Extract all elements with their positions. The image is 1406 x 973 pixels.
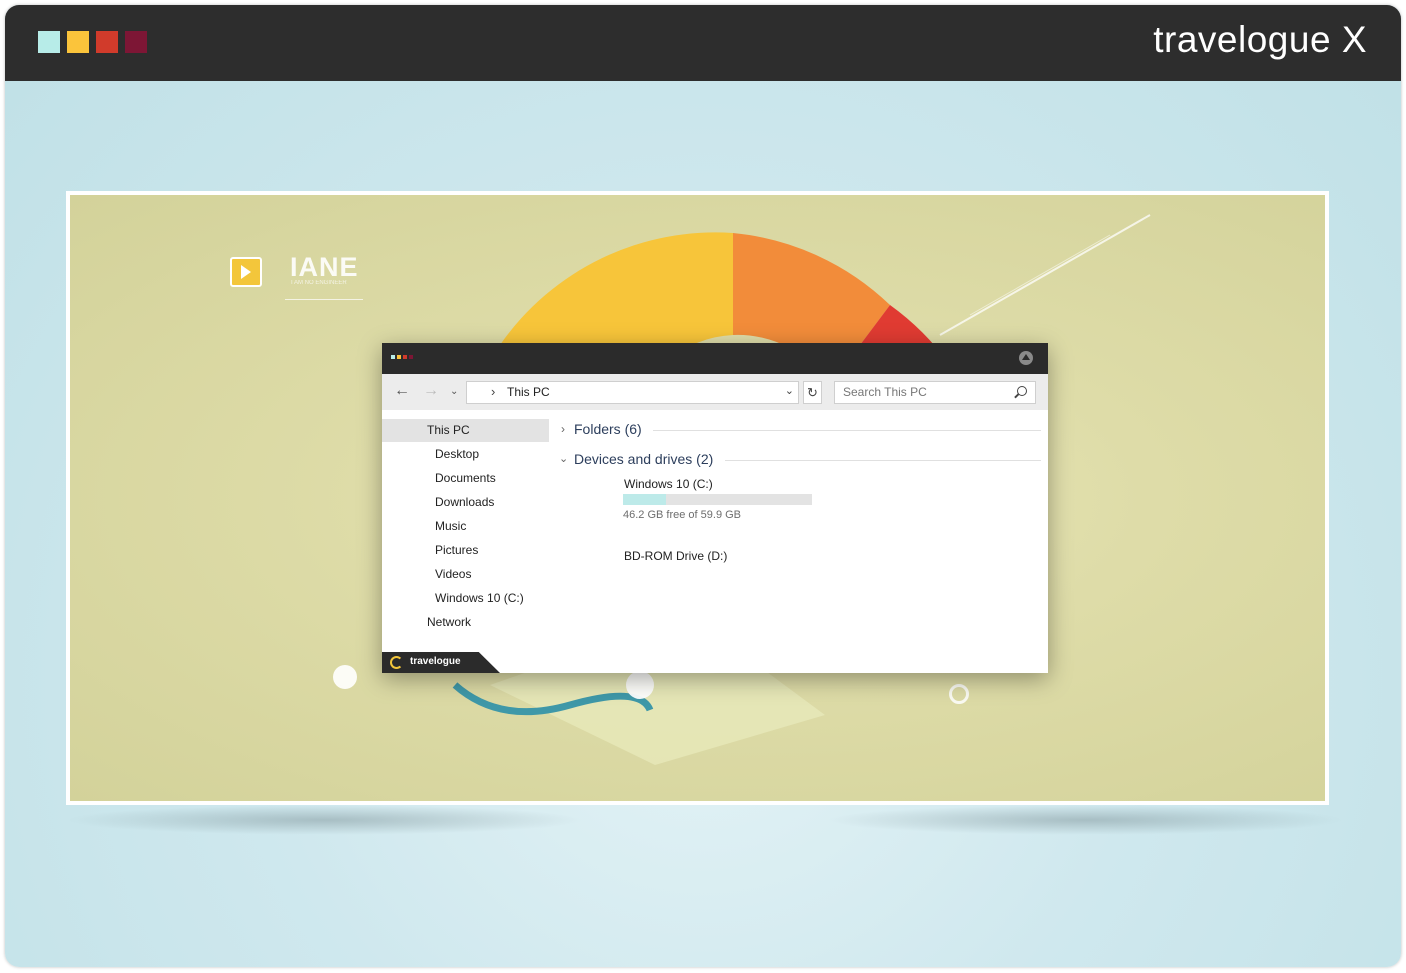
chevron-down-icon[interactable]: ⌄ — [559, 452, 568, 465]
address-text: This PC — [507, 385, 550, 399]
play-folder-icon — [230, 257, 262, 287]
brand-title: travelogue X — [1153, 19, 1367, 60]
top-bar: travelogue X — [5, 5, 1401, 81]
address-chevron: › — [491, 384, 496, 399]
wallpaper-shadow-right — [825, 805, 1345, 835]
play-icon — [241, 265, 251, 279]
sidebar-item-videos[interactable]: Videos — [435, 567, 471, 581]
search-input[interactable]: Search This PC — [834, 381, 1036, 404]
sidebar-item-pictures[interactable]: Pictures — [435, 543, 478, 557]
window-titlebar[interactable] — [382, 343, 1048, 374]
title-dot-maroon — [409, 355, 413, 359]
drive-c-usage-fill — [623, 494, 667, 505]
cloud-blob — [333, 665, 357, 689]
footer-brand-text: travelogue — [410, 656, 461, 667]
title-dot-mint — [391, 355, 395, 359]
sidebar-item-network[interactable]: Network — [427, 615, 471, 629]
flower-blob — [626, 671, 654, 699]
logo-underline — [285, 299, 363, 300]
navigation-pane: This PC Desktop Documents Downloads Musi… — [382, 410, 549, 673]
address-dropdown-icon[interactable]: ⌄ — [785, 384, 794, 397]
wallpaper-logo-subtext: I AM NO ENGINEER — [291, 280, 347, 286]
chevron-right-icon[interactable]: › — [561, 422, 565, 436]
drive-c-free-space: 46.2 GB free of 59.9 GB — [623, 509, 742, 521]
drive-c-name[interactable]: Windows 10 (C:) — [624, 477, 713, 491]
refresh-icon[interactable]: ↻ — [803, 381, 822, 404]
light-streak-2 — [969, 234, 1111, 316]
swatch-maroon — [125, 31, 147, 53]
sidebar-item-windows-c[interactable]: Windows 10 (C:) — [435, 591, 524, 605]
light-streak — [939, 214, 1151, 336]
devices-group-header[interactable]: Devices and drives (2) — [574, 451, 713, 467]
title-dot-yellow — [397, 355, 401, 359]
wallpaper-shadow-left — [65, 805, 585, 835]
sidebar-item-desktop[interactable]: Desktop — [435, 447, 479, 461]
wallpaper-logo-text: IANE — [290, 252, 359, 282]
title-dot-red — [403, 355, 407, 359]
file-explorer-window: ← → ⌄ › This PC ⌄ ↻ Search This PC This … — [382, 343, 1048, 673]
sidebar-item-this-pc[interactable]: This PC — [427, 423, 470, 437]
swatch-yellow — [67, 31, 89, 53]
sidebar-item-documents[interactable]: Documents — [435, 471, 496, 485]
chevron-down-icon[interactable]: ⌄ — [450, 386, 458, 397]
sidebar-item-music[interactable]: Music — [435, 519, 466, 533]
navigation-bar: ← → ⌄ › This PC ⌄ ↻ Search This PC — [382, 374, 1048, 410]
arrow-left-icon[interactable]: ← — [394, 382, 410, 400]
folders-group-header[interactable]: Folders (6) — [574, 421, 642, 437]
ring-icon — [949, 684, 969, 704]
swatch-mint — [38, 31, 60, 53]
brand-ring-icon — [390, 656, 403, 669]
devices-group-divider — [725, 460, 1041, 461]
address-bar[interactable]: › This PC ⌄ — [466, 381, 799, 404]
arrow-right-icon[interactable]: → — [423, 382, 439, 400]
search-placeholder: Search This PC — [843, 385, 927, 399]
swatch-red — [96, 31, 118, 53]
drive-c-usage-bar — [623, 494, 812, 505]
folders-group-divider — [653, 430, 1041, 431]
sidebar-item-downloads[interactable]: Downloads — [435, 495, 494, 509]
window-close-button[interactable] — [1019, 351, 1033, 365]
content-pane: › Folders (6) ⌄ Devices and drives (2) W… — [549, 410, 1048, 673]
drive-d-name[interactable]: BD-ROM Drive (D:) — [624, 549, 727, 563]
search-icon[interactable] — [1017, 386, 1027, 396]
